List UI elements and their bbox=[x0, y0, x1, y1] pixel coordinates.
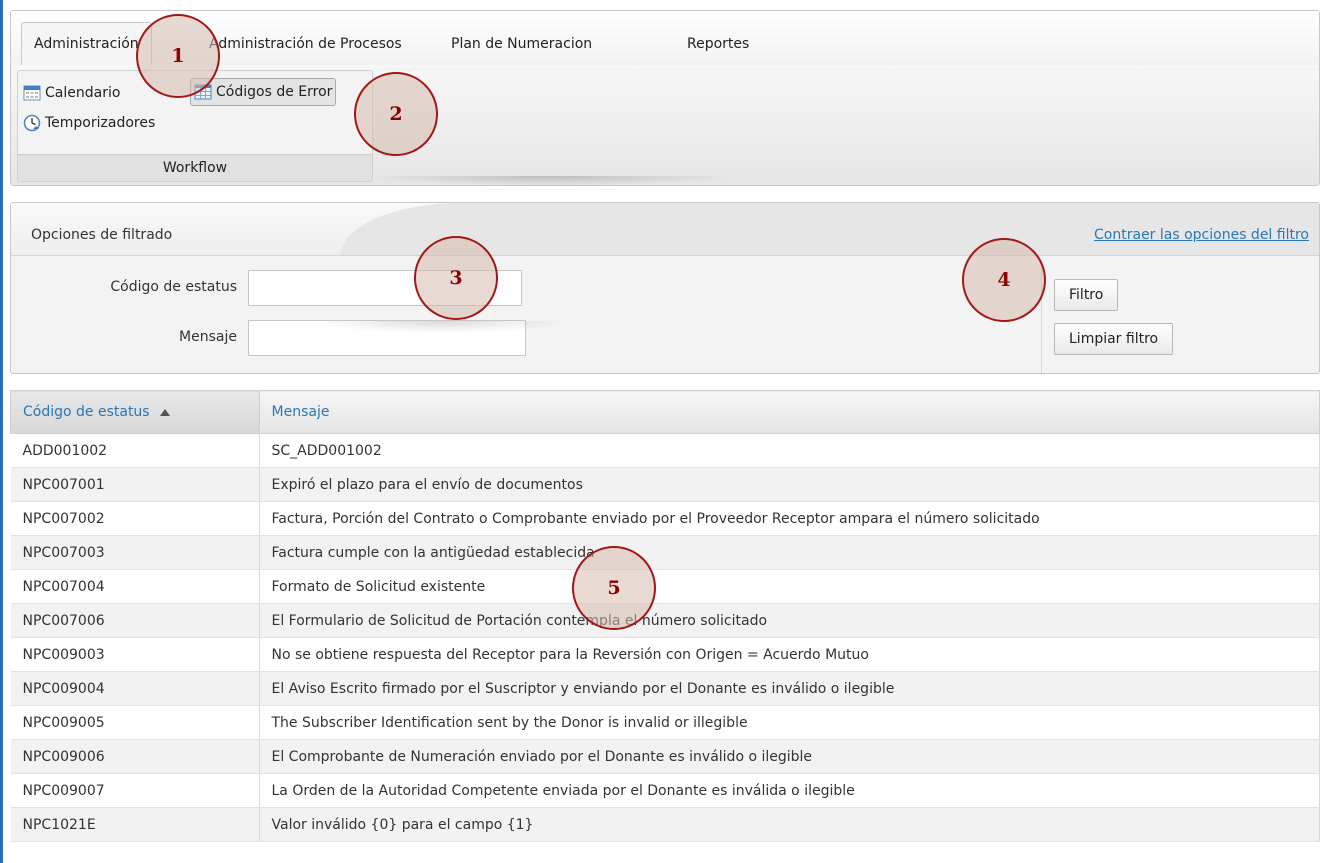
cell-mensaje: No se obtiene respuesta del Receptor par… bbox=[259, 637, 1320, 672]
cell-codigo: NPC009003 bbox=[10, 637, 260, 672]
column-header-mensaje[interactable]: Mensaje bbox=[258, 390, 1320, 434]
limpiar-filtro-button[interactable]: Limpiar filtro bbox=[1054, 323, 1174, 355]
calendar-icon bbox=[23, 85, 41, 101]
clock-icon bbox=[23, 114, 41, 132]
cell-codigo: NPC007003 bbox=[10, 535, 260, 570]
calendario-label: Calendario bbox=[45, 85, 121, 101]
codigos-de-error-label: Códigos de Error bbox=[216, 84, 333, 100]
cell-mensaje: Factura, Porción del Contrato o Comproba… bbox=[259, 501, 1320, 536]
column-header-codigo-estatus[interactable]: Código de estatus bbox=[10, 390, 260, 434]
tab-administracion[interactable]: Administración bbox=[21, 22, 152, 66]
cell-mensaje: The Subscriber Identification sent by th… bbox=[259, 705, 1320, 740]
cell-codigo: NPC009006 bbox=[10, 739, 260, 774]
filter-title: Opciones de filtrado bbox=[31, 227, 173, 243]
cell-codigo: NPC007001 bbox=[10, 467, 260, 502]
cell-mensaje: La Orden de la Autoridad Competente envi… bbox=[259, 773, 1320, 808]
cell-codigo: NPC009007 bbox=[10, 773, 260, 808]
temporizadores-button[interactable]: Temporizadores bbox=[20, 109, 158, 137]
table-row[interactable]: NPC007006 El Formulario de Solicitud de P… bbox=[10, 603, 1320, 638]
cell-codigo: NPC009005 bbox=[10, 705, 260, 740]
cell-codigo: NPC009004 bbox=[10, 671, 260, 706]
error-codes-table: Código de estatus Mensaje ADD001002 SC_AD… bbox=[10, 390, 1320, 842]
table-row[interactable]: NPC009004 El Aviso Escrito firmado por el… bbox=[10, 671, 1320, 706]
callout-4: 4 bbox=[962, 238, 1046, 322]
cell-mensaje: El Comprobante de Numeración enviado por… bbox=[259, 739, 1320, 774]
tab-administracion-de-procesos[interactable]: Administración de Procesos bbox=[197, 23, 414, 65]
table-row[interactable]: NPC009003 No se obtiene respuesta del Rec… bbox=[10, 637, 1320, 672]
table-row[interactable]: NPC009005 The Subscriber Identification s… bbox=[10, 705, 1320, 740]
cell-codigo: NPC007002 bbox=[10, 501, 260, 536]
cell-mensaje: El Formulario de Solicitud de Portación … bbox=[259, 603, 1320, 638]
table-row[interactable]: NPC007003 Factura cumple con la antigüeda… bbox=[10, 535, 1320, 570]
cell-mensaje: El Aviso Escrito firmado por el Suscript… bbox=[259, 671, 1320, 706]
mensaje-label: Mensaje bbox=[179, 329, 237, 345]
callout-5: 5 bbox=[572, 546, 656, 630]
table-row[interactable]: NPC1021E Valor inválido {0} para el campo… bbox=[10, 807, 1320, 842]
sort-ascending-icon bbox=[159, 408, 170, 416]
codigo-estatus-label: Código de estatus bbox=[110, 279, 237, 295]
cell-mensaje: Valor inválido {0} para el campo {1} bbox=[259, 807, 1320, 842]
callout-1: 1 bbox=[136, 14, 220, 98]
cell-mensaje: Factura cumple con la antigüedad estable… bbox=[259, 535, 1320, 570]
table-row[interactable]: NPC007004 Formato de Solicitud existente bbox=[10, 569, 1320, 604]
collapse-filter-link[interactable]: Contraer las opciones del filtro bbox=[1094, 203, 1309, 255]
callout-3: 3 bbox=[414, 236, 498, 320]
table-row[interactable]: NPC009006 El Comprobante de Numeración en… bbox=[10, 739, 1320, 774]
cell-mensaje: Expiró el plazo para el envío de documen… bbox=[259, 467, 1320, 502]
table-row[interactable]: ADD001002 SC_ADD001002 bbox=[10, 433, 1320, 468]
cell-mensaje: Formato de Solicitud existente bbox=[259, 569, 1320, 604]
cell-mensaje: SC_ADD001002 bbox=[259, 433, 1320, 468]
cell-codigo: NPC1021E bbox=[10, 807, 260, 842]
tab-reportes[interactable]: Reportes bbox=[675, 23, 761, 65]
table-row[interactable]: NPC007002 Factura, Porción del Contrato o… bbox=[10, 501, 1320, 536]
calendario-button[interactable]: Calendario bbox=[20, 79, 123, 107]
temporizadores-label: Temporizadores bbox=[45, 115, 156, 131]
table-row[interactable]: NPC009007 La Orden de la Autoridad Compet… bbox=[10, 773, 1320, 808]
cell-codigo: NPC007006 bbox=[10, 603, 260, 638]
cell-codigo: ADD001002 bbox=[10, 433, 260, 468]
window-left-edge bbox=[0, 0, 3, 863]
tab-plan-de-numeracion[interactable]: Plan de Numeracion bbox=[439, 23, 604, 65]
table-row[interactable]: NPC007001 Expiró el plazo para el envío d… bbox=[10, 467, 1320, 502]
codigos-de-error-button[interactable]: Códigos de Error bbox=[190, 78, 337, 106]
filter-header: Opciones de filtrado Contraer las opcion… bbox=[11, 203, 1319, 256]
callout-2: 2 bbox=[354, 72, 438, 156]
input-shadow bbox=[311, 321, 571, 333]
filtro-button[interactable]: Filtro bbox=[1054, 279, 1119, 311]
cell-codigo: NPC007004 bbox=[10, 569, 260, 604]
filter-panel: Opciones de filtrado Contraer las opcion… bbox=[10, 202, 1320, 374]
column-header-codigo-estatus-label: Código de estatus bbox=[23, 404, 150, 420]
ribbon-shadow bbox=[360, 176, 740, 186]
workflow-group-label: Workflow bbox=[18, 154, 372, 181]
table-header-row: Código de estatus Mensaje bbox=[10, 390, 1320, 434]
